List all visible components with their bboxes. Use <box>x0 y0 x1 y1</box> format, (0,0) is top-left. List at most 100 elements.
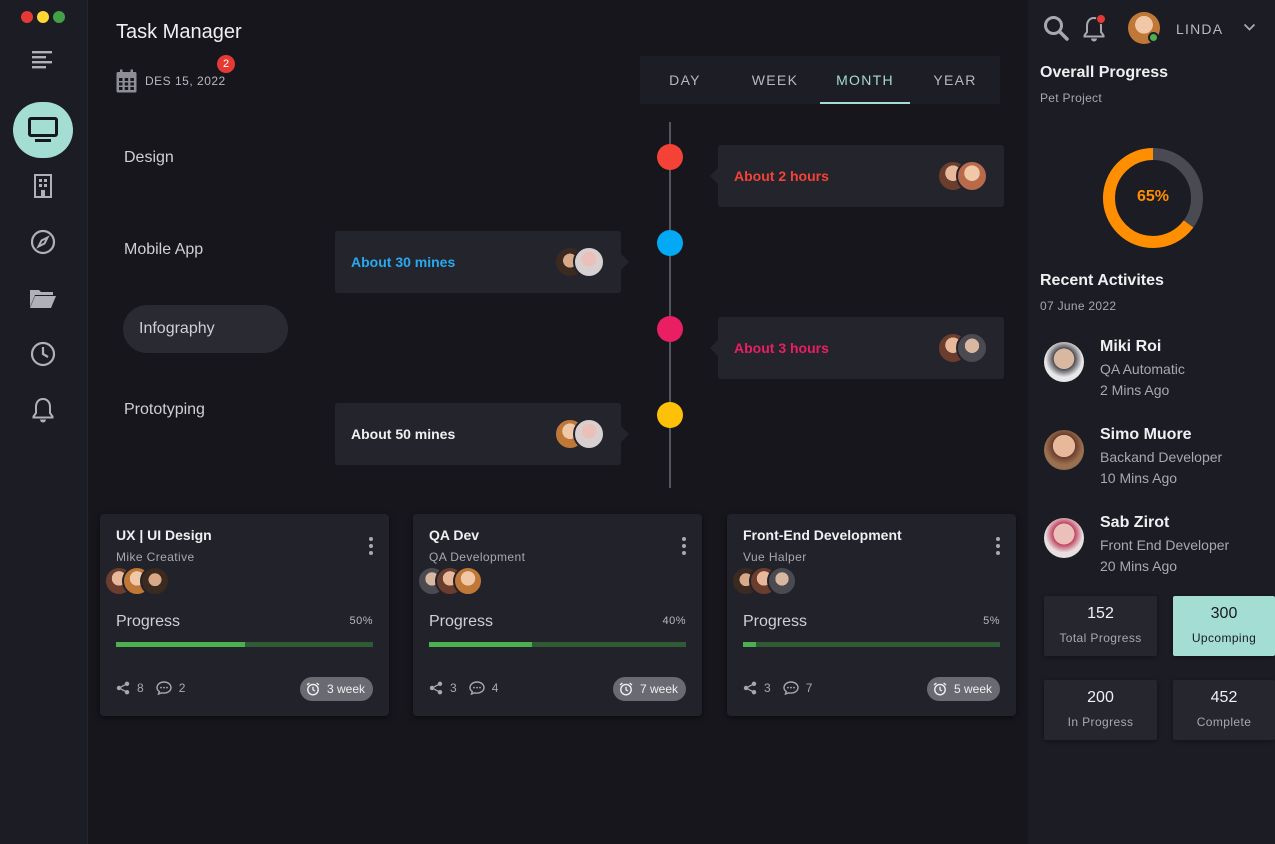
menu-toggle-button[interactable] <box>13 32 73 88</box>
more-options-icon[interactable] <box>365 537 377 555</box>
timeline-label-prototyping[interactable]: Prototyping <box>124 401 205 419</box>
tab-month[interactable]: MONTH <box>820 56 910 104</box>
progress-percent: 40% <box>662 615 686 627</box>
stat-value: 152 <box>1087 605 1114 622</box>
nav-dashboard[interactable] <box>13 102 73 158</box>
comment-icon[interactable] <box>155 681 172 695</box>
timeline-label-design[interactable]: Design <box>124 149 174 167</box>
close-window-dot[interactable] <box>21 11 33 23</box>
avatar-group <box>554 246 605 278</box>
user-name[interactable]: LINDA <box>1176 21 1223 37</box>
nav-buildings[interactable] <box>13 158 73 214</box>
comment-count: 4 <box>491 681 499 695</box>
timeline-duration: About 50 mines <box>351 426 456 442</box>
activity-user-role: QA Automatic <box>1100 361 1185 377</box>
overall-progress-subtitle: Pet Project <box>1040 91 1102 105</box>
recent-activities-title: Recent Activites <box>1040 272 1164 289</box>
activity-time: 10 Mins Ago <box>1100 470 1178 486</box>
chevron-down-icon[interactable] <box>1243 23 1256 32</box>
progress-label: Progress <box>116 613 181 630</box>
time-estimate-chip[interactable]: 5 week <box>926 677 1000 701</box>
activity-user-role: Front End Developer <box>1100 537 1230 553</box>
time-estimate-chip[interactable]: 3 week <box>299 677 373 701</box>
more-options-icon[interactable] <box>678 537 690 555</box>
tab-day[interactable]: DAY <box>640 56 730 104</box>
share-count: 3 <box>450 681 457 695</box>
tab-year[interactable]: YEAR <box>910 56 1000 104</box>
activity-item[interactable]: Miki Roi QA Automatic 2 Mins Ago <box>1044 338 1269 398</box>
current-date: DES 15, 2022 <box>145 74 226 88</box>
nav-explore[interactable] <box>13 214 73 270</box>
timeline-duration: About 30 mines <box>351 254 456 270</box>
timeline-duration: About 3 hours <box>734 340 829 356</box>
stat-in-progress[interactable]: 200 In Progress <box>1044 680 1157 740</box>
avatar <box>140 566 170 596</box>
activity-time: 20 Mins Ago <box>1100 558 1178 574</box>
timeline-label-infography[interactable]: Infography <box>123 305 288 353</box>
progress-label: Progress <box>429 613 494 630</box>
activity-item[interactable]: Simo Muore Backand Developer 10 Mins Ago <box>1044 426 1269 486</box>
period-tabs: DAY WEEK MONTH YEAR <box>640 56 1000 104</box>
share-icon[interactable] <box>743 681 757 695</box>
nav-history[interactable] <box>13 326 73 382</box>
notifications-button[interactable] <box>1082 14 1108 42</box>
timeline-dot-prototyping <box>657 402 683 428</box>
avatar <box>1044 430 1084 470</box>
tab-week[interactable]: WEEK <box>730 56 820 104</box>
timeline-card-infography[interactable]: About 3 hours <box>710 317 1004 379</box>
progress-bar <box>743 642 1000 647</box>
timeline-label-mobile-app[interactable]: Mobile App <box>124 241 203 259</box>
timeline-dot-mobile-app <box>657 230 683 256</box>
stat-label: Complete <box>1196 715 1252 729</box>
project-subtitle: QA Development <box>429 550 526 564</box>
project-title: Front-End Development <box>743 527 902 543</box>
avatar <box>956 332 988 364</box>
timeline-dot-design <box>657 144 683 170</box>
comment-count: 2 <box>178 681 186 695</box>
date-picker[interactable]: DES 15, 2022 <box>116 69 226 93</box>
monitor-icon <box>28 117 58 142</box>
timeline-card-design[interactable]: About 2 hours <box>710 145 1004 207</box>
maximize-window-dot[interactable] <box>53 11 65 23</box>
stat-value: 200 <box>1087 689 1114 706</box>
comment-icon[interactable] <box>468 681 485 695</box>
alarm-clock-icon <box>933 682 947 696</box>
folder-icon <box>30 290 56 308</box>
avatar <box>1044 518 1084 558</box>
project-card-qa-dev[interactable]: QA Dev QA Development Progress 40% 3 4 7… <box>413 514 702 716</box>
avatar <box>573 246 605 278</box>
activity-item[interactable]: Sab Zirot Front End Developer 20 Mins Ag… <box>1044 514 1269 574</box>
time-estimate: 3 week <box>326 682 365 696</box>
clock-icon <box>30 341 56 367</box>
stat-value: 452 <box>1210 689 1238 706</box>
stat-total-progress[interactable]: 152 Total Progress <box>1044 596 1157 656</box>
stat-complete[interactable]: 452 Complete <box>1173 680 1275 740</box>
timeline-card-mobile-app[interactable]: About 30 mines <box>335 231 629 293</box>
share-count: 3 <box>764 681 771 695</box>
timeline-card-prototyping[interactable]: About 50 mines <box>335 403 629 465</box>
timeline-axis <box>669 122 671 488</box>
nav-notifications[interactable] <box>13 382 73 438</box>
activity-user-name: Sab Zirot <box>1100 514 1170 531</box>
comment-count: 7 <box>805 681 813 695</box>
minimize-window-dot[interactable] <box>37 11 49 23</box>
window-controls <box>21 11 65 23</box>
share-icon[interactable] <box>429 681 443 695</box>
progress-percent: 50% <box>349 615 373 627</box>
stat-label: Total Progress <box>1059 631 1142 645</box>
project-card-ux-ui[interactable]: UX | UI Design Mike Creative Progress 50… <box>100 514 389 716</box>
more-options-icon[interactable] <box>992 537 1004 555</box>
comment-icon[interactable] <box>782 681 799 695</box>
share-icon[interactable] <box>116 681 130 695</box>
project-card-front-end[interactable]: Front-End Development Vue Halper Progres… <box>727 514 1016 716</box>
time-estimate-chip[interactable]: 7 week <box>612 677 686 701</box>
search-icon[interactable] <box>1043 15 1069 41</box>
nav-files[interactable] <box>13 270 73 326</box>
alarm-clock-icon <box>619 682 633 696</box>
avatar-group <box>554 418 605 450</box>
share-count: 8 <box>137 681 144 695</box>
stat-upcoming[interactable]: 300 Upcomping <box>1173 596 1275 656</box>
compass-icon <box>30 229 56 255</box>
overall-progress-percent: 65% <box>1136 188 1170 205</box>
menu-icon <box>32 51 52 69</box>
